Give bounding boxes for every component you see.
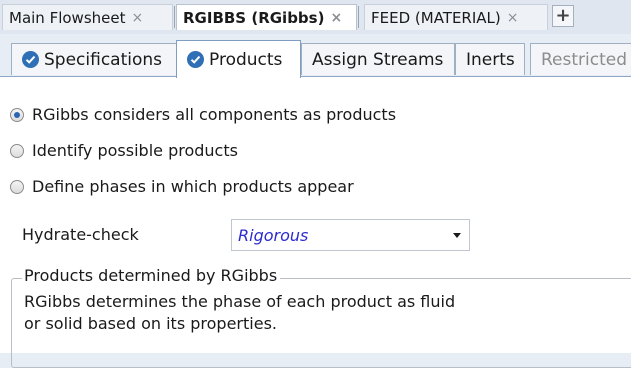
option-label: Identify possible products	[32, 141, 238, 160]
tab-assign-streams[interactable]: Assign Streams	[301, 43, 455, 75]
tab-label: Restricted E	[541, 49, 631, 70]
option-label: Define phases in which products appear	[32, 177, 354, 196]
close-icon[interactable]: ×	[330, 10, 342, 26]
tab-separator	[358, 6, 359, 28]
check-circle-icon	[187, 51, 204, 68]
hydrate-check-label: Hydrate-check	[22, 225, 139, 244]
option-all-components[interactable]: RGibbs considers all components as produ…	[10, 105, 396, 124]
check-circle-icon	[22, 51, 39, 68]
group-title: Products determined by RGibbs	[22, 266, 281, 285]
hydrate-check-select[interactable]: Rigorous	[231, 219, 470, 251]
group-description: RGibbs determines the phase of each prod…	[24, 291, 544, 335]
close-icon[interactable]: ×	[131, 10, 143, 26]
tab-inerts[interactable]: Inerts	[455, 43, 525, 75]
tab-rgibbs[interactable]: RGIBBS (RGibbs) ×	[176, 4, 357, 30]
new-tab-button[interactable]: +	[552, 5, 574, 27]
radio-button[interactable]	[10, 143, 24, 158]
tab-feed-material[interactable]: FEED (MATERIAL) ×	[364, 4, 548, 30]
description-line: RGibbs determines the phase of each prod…	[24, 292, 456, 311]
products-panel: RGibbs considers all components as produ…	[0, 77, 631, 368]
document-tab-strip: Main Flowsheet × RGIBBS (RGibbs) × FEED …	[0, 0, 631, 34]
tab-label: Products	[209, 49, 283, 70]
tab-specifications[interactable]: Specifications	[11, 43, 177, 75]
option-label: RGibbs considers all components as produ…	[32, 105, 397, 124]
tab-separator	[174, 6, 175, 28]
option-identify-products[interactable]: Identify possible products	[10, 141, 238, 160]
option-define-phases[interactable]: Define phases in which products appear	[10, 177, 354, 196]
chevron-down-icon[interactable]	[453, 233, 461, 238]
tab-label: Main Flowsheet	[9, 8, 126, 27]
radio-button-selected[interactable]	[10, 107, 24, 122]
tab-label: FEED (MATERIAL)	[371, 8, 501, 27]
radio-button[interactable]	[10, 179, 24, 194]
tab-label: Inerts	[466, 49, 515, 70]
select-value: Rigorous	[238, 225, 309, 245]
tab-products[interactable]: Products	[176, 40, 301, 78]
tab-label: Specifications	[44, 49, 163, 70]
tab-main-flowsheet[interactable]: Main Flowsheet ×	[2, 4, 173, 30]
tab-restricted-equilibrium: Restricted E	[530, 43, 631, 75]
form-tab-strip: Specifications Products Assign Streams I…	[0, 34, 631, 78]
close-icon[interactable]: ×	[507, 10, 519, 26]
tab-label: RGIBBS (RGibbs)	[183, 8, 325, 27]
description-line: or solid based on its properties.	[24, 314, 277, 333]
tab-label: Assign Streams	[312, 49, 444, 70]
